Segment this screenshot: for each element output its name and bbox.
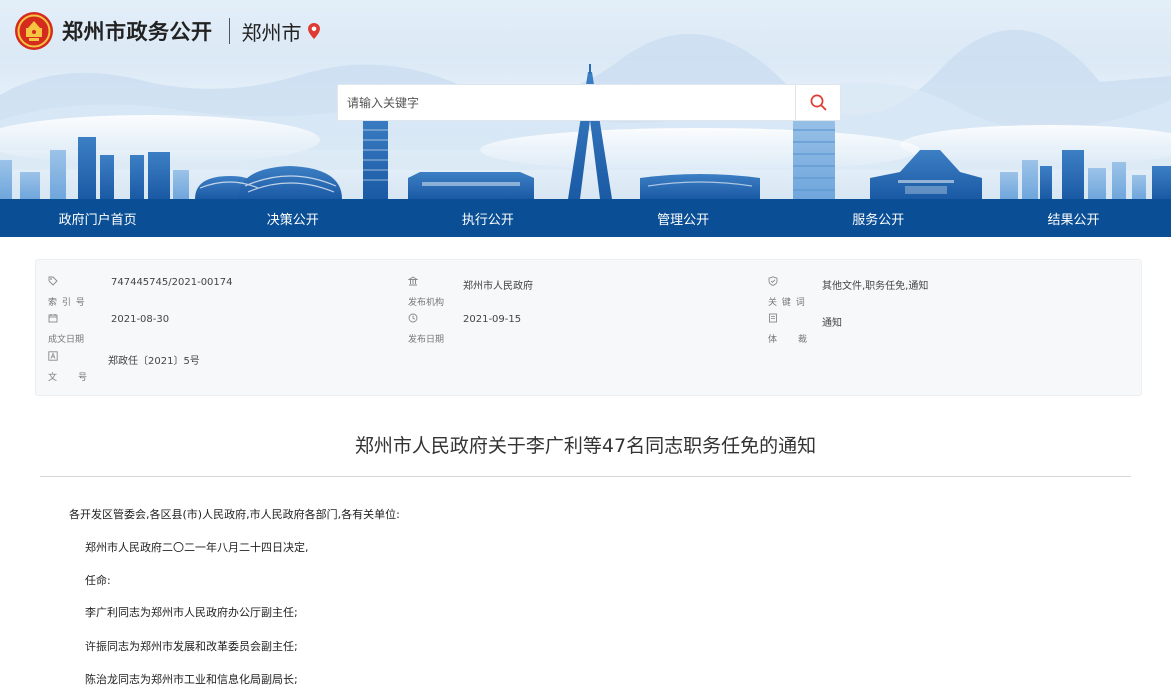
institution-icon (408, 276, 418, 286)
meta-publisher-label: 发布机构 (408, 298, 445, 308)
meta-keywords-value: 其他文件,职务任免,通知 (822, 281, 929, 292)
article-paragraph: 李广利同志为郑州市人民政府办公厅副主任; (85, 606, 298, 619)
location-pin-icon[interactable] (307, 23, 320, 39)
meta-index-value: 747445745/2021-00174 (111, 277, 233, 288)
site-name: 郑州市政务公开 (62, 20, 213, 44)
search-icon (810, 94, 826, 111)
article-title: 郑州市人民政府关于李广利等47名同志职务任免的通知 (354, 435, 817, 457)
meta-publisher-value: 郑州市人民政府 (463, 281, 533, 292)
nav-item-result[interactable]: 结果公开 (976, 199, 1171, 237)
document-metadata-panel: 索 引 号 747445745/2021-00174 发布机构 郑州市人民政府 … (35, 259, 1142, 396)
search-input[interactable] (338, 85, 795, 120)
national-emblem-icon (15, 12, 53, 50)
article-paragraph: 郑州市人民政府二〇二一年八月二十四日决定, (85, 541, 309, 554)
article-paragraph: 陈治龙同志为郑州市工业和信息化局副局长; (85, 673, 298, 686)
tag-icon (48, 276, 58, 286)
article-paragraph: 许振同志为郑州市发展和改革委员会副主任; (85, 640, 298, 653)
header-banner: 郑州市政务公开 郑州市 (0, 0, 1171, 199)
article-salutation: 各开发区管委会,各区县(市)人民政府,市人民政府各部门,各有关单位: (69, 508, 400, 521)
meta-index-label: 索 引 号 (48, 298, 86, 308)
city-name[interactable]: 郑州市 (242, 17, 302, 46)
search-button[interactable] (795, 85, 840, 120)
meta-genre-value: 通知 (822, 318, 842, 329)
nav-item-portal-home[interactable]: 政府门户首页 (0, 199, 195, 237)
site-logo[interactable]: 郑州市政务公开 郑州市 (14, 10, 320, 52)
nav-item-service[interactable]: 服务公开 (781, 199, 976, 237)
header-divider (228, 18, 230, 44)
meta-written-value: 2021-08-30 (111, 314, 170, 325)
nav-item-decision[interactable]: 决策公开 (195, 199, 390, 237)
text-document-icon (48, 351, 58, 361)
article-paragraph: 任命: (85, 574, 111, 587)
nav-item-execution[interactable]: 执行公开 (390, 199, 585, 237)
meta-published-value: 2021-09-15 (463, 314, 522, 325)
meta-docno-label: 文 号 (48, 373, 89, 383)
nav-item-management[interactable]: 管理公开 (586, 199, 781, 237)
main-nav: 政府门户首页 决策公开 执行公开 管理公开 服务公开 结果公开 (0, 199, 1171, 237)
meta-genre-label: 体 裁 (768, 335, 809, 345)
document-icon (769, 313, 777, 323)
meta-written-label: 成文日期 (48, 335, 85, 345)
clock-icon (408, 313, 418, 323)
meta-published-label: 发布日期 (408, 335, 445, 345)
meta-docno-value: 郑政任〔2021〕5号 (108, 356, 200, 367)
shield-check-icon (768, 276, 778, 286)
search-bar (337, 84, 841, 121)
title-divider (40, 476, 1131, 477)
calendar-icon (48, 314, 58, 323)
meta-keywords-label: 关 键 词 (768, 298, 806, 308)
